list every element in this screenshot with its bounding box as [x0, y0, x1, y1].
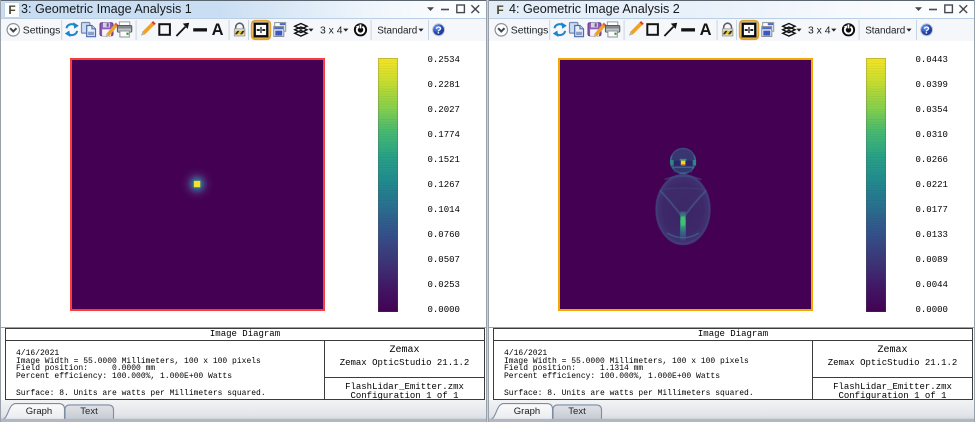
- svg-text:?: ?: [923, 25, 929, 37]
- svg-text:Text: Text: [80, 406, 98, 417]
- svg-text:Standard: Standard: [865, 25, 905, 36]
- svg-text:Standard: Standard: [377, 25, 417, 36]
- svg-text:Settings: Settings: [23, 25, 61, 36]
- svg-text:A: A: [700, 21, 712, 39]
- svg-text:Text: Text: [568, 406, 586, 417]
- svg-text:?: ?: [435, 25, 441, 37]
- svg-text:A: A: [212, 21, 224, 39]
- svg-text:Settings: Settings: [511, 25, 549, 36]
- svg-text:3 x 4: 3 x 4: [808, 25, 831, 36]
- svg-text:Graph: Graph: [514, 406, 540, 417]
- svg-text:Graph: Graph: [26, 406, 52, 417]
- svg-text:3 x 4: 3 x 4: [320, 25, 343, 36]
